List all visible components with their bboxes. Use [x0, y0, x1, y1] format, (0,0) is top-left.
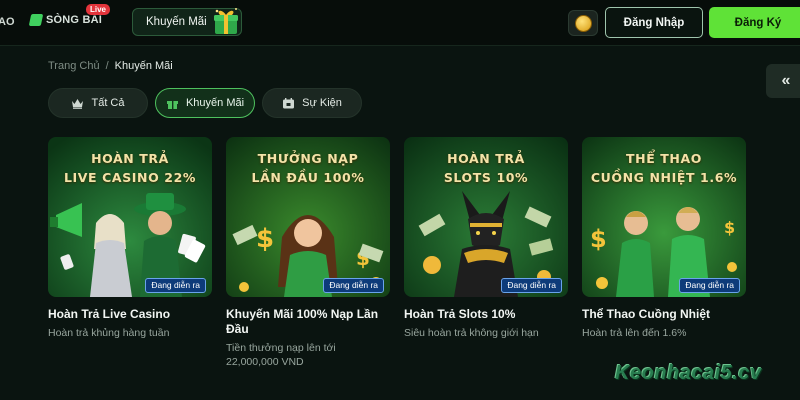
- status-badge: Đang diễn ra: [145, 278, 206, 293]
- site-watermark: Keonhacai5.cv: [615, 362, 762, 384]
- promo-subtitle: Siêu hoàn trả không giới hạn: [404, 327, 539, 339]
- promo-card[interactable]: $ $ THỂ THAO CUỒNG NHIỆT 1.6% Đang diễn …: [582, 137, 746, 340]
- promo-title[interactable]: Hoàn Trả Slots 10%: [404, 307, 568, 322]
- nav-item-promotions-label: Khuyến Mãi: [146, 16, 207, 28]
- filter-promotions-label: Khuyến Mãi: [185, 97, 245, 109]
- filter-all-label: Tất Cả: [91, 97, 125, 109]
- live-badge: Live: [86, 4, 111, 15]
- gift-box-icon: [214, 8, 238, 34]
- promo-title[interactable]: Thể Thao Cuồng Nhiệt: [582, 307, 746, 322]
- breadcrumb-current: Khuyến Mãi: [114, 60, 173, 72]
- promo-title[interactable]: Khuyến Mãi 100% Nạp Lần Đầu: [226, 307, 390, 337]
- filter-promotions[interactable]: Khuyến Mãi: [155, 88, 255, 118]
- promo-heading: HOÀN TRẢ LIVE CASINO 22%: [63, 151, 197, 185]
- login-button[interactable]: Đăng Nhập: [605, 7, 703, 38]
- status-badge: Đang diễn ra: [501, 278, 562, 293]
- coin-button[interactable]: [568, 10, 598, 36]
- cards-icon: [28, 14, 44, 26]
- promo-heading: THƯỞNG NẠP LẦN ĐẦU 100%: [251, 151, 365, 185]
- nav-item-partial[interactable]: AO: [0, 16, 15, 28]
- breadcrumb-home[interactable]: Trang Chủ: [48, 60, 100, 72]
- svg-text:$: $: [256, 224, 274, 254]
- filter-events[interactable]: Sự Kiện: [262, 88, 362, 118]
- promo-subtitle: Tiền thưởng nạp lên tới 22,000,000 VND: [226, 342, 336, 368]
- status-badge: Đang diễn ra: [679, 278, 740, 293]
- nav-item-promotions[interactable]: Khuyến Mãi: [132, 8, 242, 36]
- crown-icon: [72, 98, 84, 109]
- promo-title[interactable]: Hoàn Trả Live Casino: [48, 307, 212, 322]
- promo-banner[interactable]: HOÀN TRẢ LIVE CASINO 22% Đang diễn ra: [48, 137, 212, 297]
- collapse-sidebar-button[interactable]: «: [766, 64, 800, 98]
- filter-all[interactable]: Tất Cả: [48, 88, 148, 118]
- register-button[interactable]: Đăng Ký: [709, 7, 800, 38]
- nav-item-song-bai[interactable]: SÒNG BÀI: [28, 14, 102, 26]
- nav-item-song-bai-label: SÒNG BÀI: [46, 14, 102, 26]
- promo-banner[interactable]: HOÀN TRẢ SLOTS 10% Đang diễn ra: [404, 137, 568, 297]
- top-navigation-bar: AO SÒNG BÀI Live Khuyến Mãi Đăng Nhập Đă…: [0, 0, 800, 46]
- promo-subtitle: Hoàn trả lên đến 1.6%: [582, 327, 687, 339]
- coin-icon: [574, 14, 592, 32]
- promo-card[interactable]: HOÀN TRẢ SLOTS 10% Đang diễn ra Hoàn Trả…: [404, 137, 568, 340]
- gift-icon: [166, 100, 178, 109]
- promo-banner[interactable]: $ $ THƯỞNG NẠP LẦN ĐẦU 100% Đang diễn ra: [226, 137, 390, 297]
- svg-text:$: $: [590, 225, 607, 253]
- filter-events-label: Sự Kiện: [302, 97, 342, 109]
- status-badge: Đang diễn ra: [323, 278, 384, 293]
- promo-card[interactable]: HOÀN TRẢ LIVE CASINO 22% Đang diễn ra Ho…: [48, 137, 212, 340]
- svg-text:$: $: [724, 218, 735, 237]
- promo-heading: HOÀN TRẢ SLOTS 10%: [443, 151, 529, 185]
- promo-heading: THỂ THAO CUỒNG NHIỆT 1.6%: [590, 151, 738, 185]
- promo-subtitle: Hoàn trả khủng hàng tuần: [48, 327, 170, 339]
- calendar-icon: [283, 97, 295, 108]
- promo-card[interactable]: $ $ THƯỞNG NẠP LẦN ĐẦU 100% Đang diễn ra…: [226, 137, 390, 369]
- double-chevron-left-icon: «: [781, 72, 791, 89]
- breadcrumb-separator: /: [105, 60, 109, 72]
- promo-banner[interactable]: $ $ THỂ THAO CUỒNG NHIỆT 1.6% Đang diễn …: [582, 137, 746, 297]
- breadcrumb: Trang Chủ / Khuyến Mãi: [48, 60, 173, 72]
